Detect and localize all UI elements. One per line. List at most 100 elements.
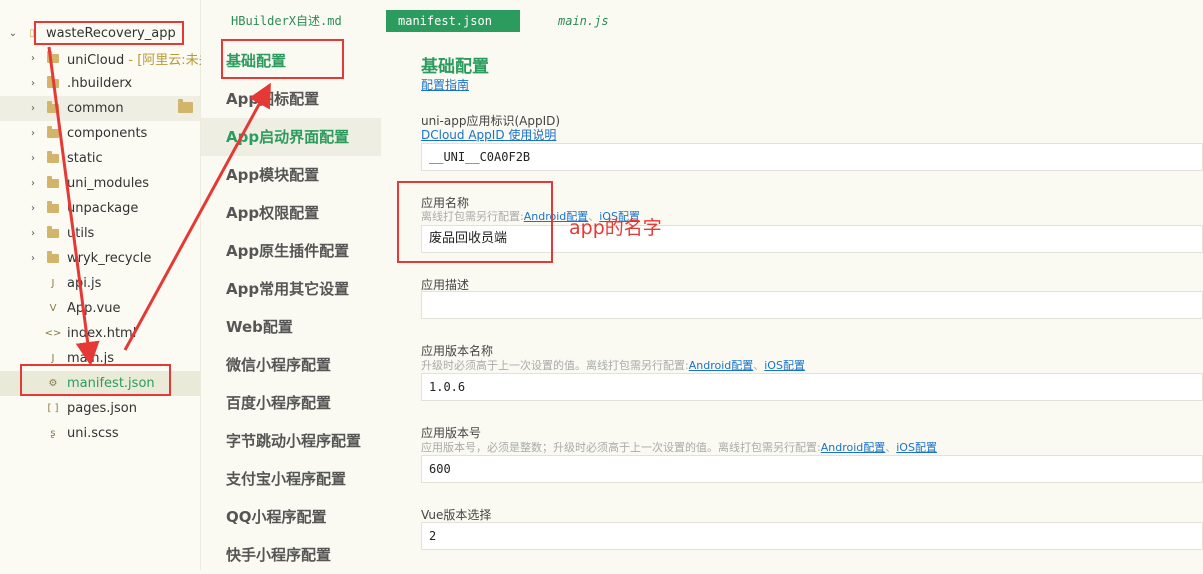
js-file-icon: J	[51, 353, 55, 364]
chevron-right-icon[interactable]: ›	[28, 203, 38, 214]
hint-separator: 、	[753, 359, 765, 372]
tree-item-label: uniCloud	[67, 53, 125, 68]
folder-icon	[47, 51, 59, 65]
menu-item-app-permissions[interactable]: App权限配置	[201, 194, 381, 232]
appid-help-link[interactable]: DCloud AppID 使用说明	[421, 126, 556, 143]
folder-icon	[47, 201, 59, 215]
ios-config-link[interactable]: iOS配置	[896, 441, 937, 454]
tree-item-index-html[interactable]: <> index.html	[0, 321, 200, 346]
android-config-link[interactable]: Android配置	[821, 441, 886, 454]
folder-icon	[47, 126, 59, 140]
tree-item-label: api.js	[67, 276, 102, 291]
folder-icon	[47, 226, 59, 240]
appid-field[interactable]: __UNI__C0A0F2B	[421, 143, 1203, 171]
tree-item-label: .hbuilderx	[67, 76, 133, 91]
scss-file-icon: ʂ	[50, 428, 56, 439]
tree-item-label: pages.json	[67, 401, 137, 416]
folder-icon	[47, 151, 59, 165]
chevron-right-icon[interactable]: ›	[28, 53, 38, 64]
page-title: 基础配置	[421, 57, 489, 77]
tree-item-uni-modules[interactable]: › uni_modules	[0, 171, 200, 196]
js-file-icon: J	[51, 278, 55, 289]
tree-item-api-js[interactable]: J api.js	[0, 271, 200, 296]
tree-item-common[interactable]: › common	[0, 96, 200, 121]
menu-item-baidu[interactable]: 百度小程序配置	[201, 384, 381, 422]
version-name-field[interactable]: 1.0.6	[421, 373, 1203, 401]
tree-item-label: index.html	[67, 326, 137, 341]
tree-item-uni-scss[interactable]: ʂ uni.scss	[0, 421, 200, 446]
annotation-box-app-name	[397, 181, 553, 263]
menu-item-app-splash[interactable]: App启动界面配置	[201, 118, 381, 156]
tree-item-components[interactable]: › components	[0, 121, 200, 146]
vue-version-field[interactable]: 2	[421, 522, 1203, 550]
basic-config-form: 基础配置 配置指南 uni-app应用标识(AppID) DCloud AppI…	[381, 42, 1203, 570]
menu-item-web[interactable]: Web配置	[201, 308, 381, 346]
chevron-right-icon[interactable]: ›	[28, 103, 38, 114]
tab-manifest-json[interactable]: manifest.json	[386, 10, 520, 32]
app-desc-field[interactable]	[421, 291, 1203, 319]
menu-item-alipay[interactable]: 支付宝小程序配置	[201, 460, 381, 498]
tree-item-label: uni_modules	[67, 176, 150, 191]
menu-item-weixin[interactable]: 微信小程序配置	[201, 346, 381, 384]
annotation-box-root	[34, 21, 184, 45]
tree-item-pages-json[interactable]: [ ] pages.json	[0, 396, 200, 421]
chevron-right-icon[interactable]: ›	[28, 128, 38, 139]
editor-tabs: HBuilderX自述.md manifest.json main.js	[201, 0, 1203, 42]
hint-separator: 、	[885, 441, 897, 454]
version-code-field[interactable]: 600	[421, 455, 1203, 483]
annotation-box-basic-config	[221, 39, 344, 79]
menu-item-app-native-plugins[interactable]: App原生插件配置	[201, 232, 381, 270]
menu-item-app-other[interactable]: App常用其它设置	[201, 270, 381, 308]
chevron-right-icon[interactable]: ›	[28, 153, 38, 164]
menu-item-kuaishou[interactable]: 快手小程序配置	[201, 536, 381, 574]
ios-config-link[interactable]: iOS配置	[764, 359, 805, 372]
android-config-link[interactable]: Android配置	[689, 359, 754, 372]
cloud-status-text: - [阿里云:未关	[128, 53, 212, 68]
open-folder-icon[interactable]	[178, 99, 193, 113]
folder-icon	[47, 76, 59, 90]
project-explorer: ⌄ ▯ wasteRecovery_app › uniCloud - [阿里云:…	[0, 0, 212, 570]
menu-item-toutiao[interactable]: 字节跳动小程序配置	[201, 422, 381, 460]
chevron-right-icon[interactable]: ›	[28, 228, 38, 239]
tree-item-label: App.vue	[67, 301, 121, 316]
annotation-text: app的名字	[569, 217, 662, 239]
tree-item-wryk-recycle[interactable]: › wryk_recycle	[0, 246, 200, 271]
tree-item-label: common	[67, 101, 124, 116]
tree-item-static[interactable]: › static	[0, 146, 200, 171]
version-code-hint: 应用版本号，必须是整数；升级时必须高于上一次设置的值。离线打包需另行配置:And…	[421, 439, 937, 455]
vue-file-icon: V	[49, 303, 57, 314]
hint-text: 应用版本号，必须是整数；升级时必须高于上一次设置的值。离线打包需另行配置:	[421, 441, 821, 454]
tree-item-label: utils	[67, 226, 95, 241]
chevron-right-icon[interactable]: ›	[28, 78, 38, 89]
menu-item-qq[interactable]: QQ小程序配置	[201, 498, 381, 536]
manifest-settings-menu: 基础配置 App图标配置 App启动界面配置 App模块配置 App权限配置 A…	[201, 42, 382, 570]
folder-icon	[47, 176, 59, 190]
tree-item-label: uni.scss	[67, 426, 119, 441]
annotation-box-manifest	[20, 364, 171, 396]
hint-text: 升级时必须高于上一次设置的值。离线打包需另行配置:	[421, 359, 689, 372]
config-guide-link[interactable]: 配置指南	[421, 76, 469, 93]
chevron-down-icon[interactable]: ⌄	[8, 28, 18, 39]
vue-version-label: Vue版本选择	[421, 508, 492, 522]
folder-icon	[47, 101, 59, 115]
tree-item-app-vue[interactable]: V App.vue	[0, 296, 200, 321]
folder-icon	[47, 251, 59, 265]
menu-item-app-modules[interactable]: App模块配置	[201, 156, 381, 194]
tree-item-label: wryk_recycle	[67, 251, 152, 266]
tab-hbuilderx-readme[interactable]: HBuilderX自述.md	[219, 10, 354, 32]
chevron-right-icon[interactable]: ›	[28, 178, 38, 189]
version-name-hint: 升级时必须高于上一次设置的值。离线打包需另行配置:Android配置、iOS配置	[421, 357, 805, 373]
tree-item-label: static	[67, 151, 103, 166]
tree-item-hbuilderx[interactable]: › .hbuilderx	[0, 71, 200, 96]
tree-item-utils[interactable]: › utils	[0, 221, 200, 246]
tree-item-unicloud[interactable]: › uniCloud - [阿里云:未关	[0, 46, 212, 71]
tree-item-label: unpackage	[67, 201, 139, 216]
chevron-right-icon[interactable]: ›	[28, 253, 38, 264]
tree-item-label: components	[67, 126, 148, 141]
tab-main-js[interactable]: main.js	[546, 10, 621, 32]
json-file-icon: [ ]	[47, 403, 59, 414]
menu-item-app-icon[interactable]: App图标配置	[201, 80, 381, 118]
hbuilderx-window: ⌄ ▯ wasteRecovery_app › uniCloud - [阿里云:…	[0, 0, 1203, 570]
html-file-icon: <>	[44, 328, 62, 339]
tree-item-unpackage[interactable]: › unpackage	[0, 196, 200, 221]
